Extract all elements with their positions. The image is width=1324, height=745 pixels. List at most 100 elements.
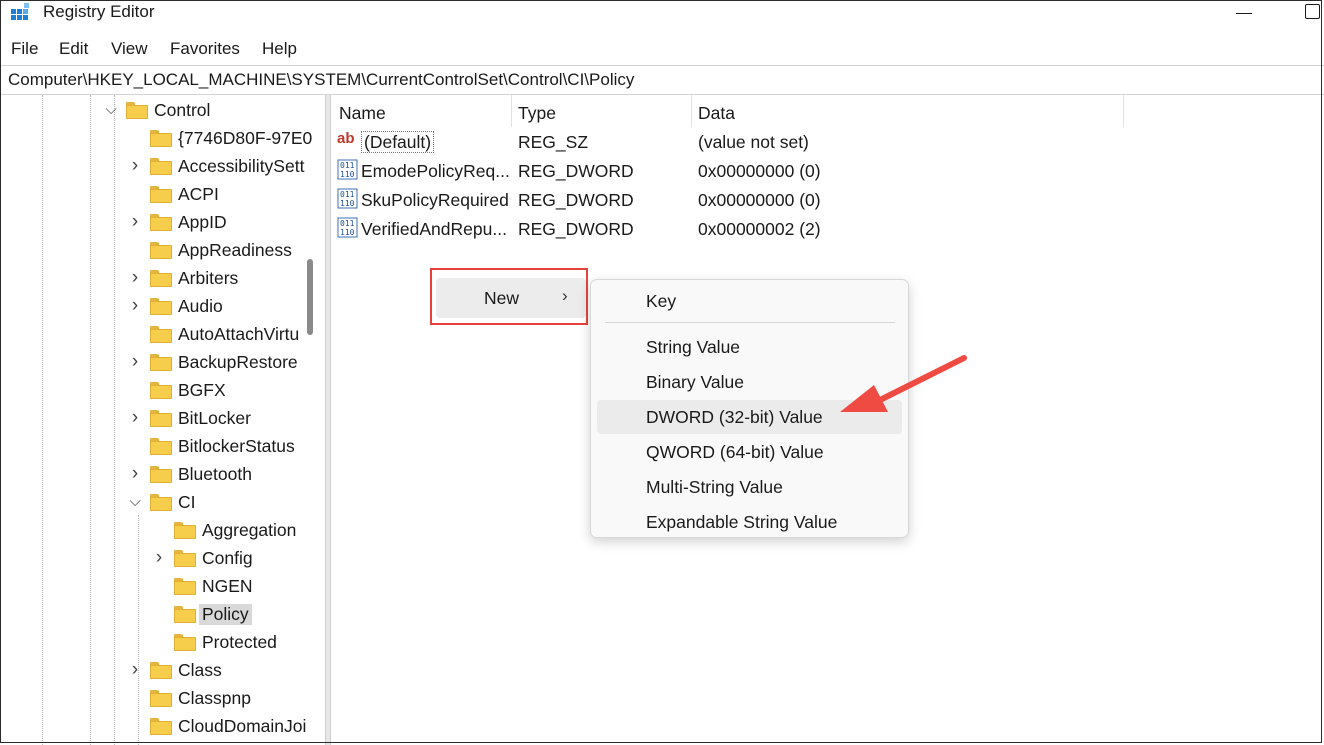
address-bar[interactable]: Computer\HKEY_LOCAL_MACHINE\SYSTEM\Curre… (0, 65, 1324, 95)
tree-item[interactable]: Classpnp (128, 684, 251, 712)
window-title: Registry Editor (43, 2, 155, 21)
tree-item[interactable]: ⌵ CI (128, 488, 195, 516)
column-separator[interactable] (691, 95, 692, 127)
address-path[interactable]: Computer\HKEY_LOCAL_MACHINE\SYSTEM\Curre… (8, 70, 634, 90)
tree-item-label: AppID (178, 211, 227, 232)
tree-item[interactable]: Protected (152, 628, 277, 656)
folder-icon (150, 241, 172, 259)
maximize-icon[interactable] (1305, 4, 1320, 19)
svg-text:011: 011 (340, 219, 355, 228)
folder-icon (174, 633, 196, 651)
tree-item[interactable]: › Config (152, 544, 253, 572)
submenu-item-label: Expandable String Value (646, 512, 838, 532)
submenu-item-qword-value[interactable]: QWORD (64-bit) Value (597, 435, 902, 469)
tree-item[interactable]: AutoAttachVirtu (128, 320, 299, 348)
tree-item-label: AppReadiness (178, 239, 292, 260)
tree-item[interactable]: BitlockerStatus (128, 432, 295, 460)
column-separator[interactable] (511, 95, 512, 127)
value-type: REG_DWORD (518, 219, 634, 239)
column-header-type[interactable]: Type (518, 103, 556, 124)
folder-icon (150, 213, 172, 231)
chevron-down-icon[interactable]: ⌵ (104, 102, 118, 117)
chevron-right-icon[interactable]: › (128, 352, 142, 371)
chevron-right-icon[interactable]: › (128, 464, 142, 483)
tree-guide-line (114, 95, 115, 745)
folder-icon (150, 661, 172, 679)
chevron-right-icon[interactable]: › (128, 408, 142, 427)
value-row[interactable]: 011 110 EmodePolicyReq... REG_DWORD 0x000… (331, 157, 1131, 185)
tree-item-label: BitLocker (178, 407, 251, 428)
value-row[interactable]: ab (Default) REG_SZ (value not set) (331, 128, 1131, 156)
chevron-right-icon[interactable]: › (128, 268, 142, 287)
value-name: VerifiedAndRepu... (361, 219, 507, 239)
tree-guide-line (90, 95, 91, 745)
folder-icon (150, 409, 172, 427)
submenu-item-label: Key (646, 291, 677, 311)
menu-file[interactable]: File (11, 39, 38, 59)
menu-help[interactable]: Help (262, 39, 297, 59)
minimize-icon[interactable] (1236, 2, 1252, 20)
tree-item[interactable]: ACPI (128, 180, 219, 208)
tree-item[interactable]: › BackupRestore (128, 348, 298, 376)
tree-item[interactable]: › Class (128, 656, 222, 684)
svg-text:110: 110 (340, 199, 355, 208)
tree-item[interactable]: AppReadiness (128, 236, 292, 264)
chevron-right-icon[interactable]: › (128, 212, 142, 231)
tree-item[interactable]: {7746D80F-97E0 (128, 124, 312, 152)
chevron-right-icon[interactable]: › (128, 156, 142, 175)
tree-item[interactable]: › Bluetooth (128, 460, 252, 488)
chevron-right-icon[interactable]: › (128, 296, 142, 315)
tree-item[interactable]: CloudDomainJoi (128, 712, 306, 740)
submenu-item-key[interactable]: Key (597, 284, 902, 318)
value-data: (value not set) (698, 132, 809, 152)
context-menu-new-label: New (484, 288, 520, 308)
svg-text:110: 110 (340, 170, 355, 179)
binary-value-icon: 011110 (337, 159, 358, 180)
tree-item-label: Config (202, 547, 253, 568)
menu-favorites[interactable]: Favorites (170, 39, 240, 59)
folder-icon (126, 101, 148, 119)
submenu-item-expandable-string-value[interactable]: Expandable String Value (597, 505, 902, 539)
submenu-item-multi-string-value[interactable]: Multi-String Value (597, 470, 902, 504)
tree-item[interactable]: BGFX (128, 376, 226, 404)
folder-icon (150, 353, 172, 371)
menu-view[interactable]: View (111, 39, 148, 59)
folder-icon (150, 129, 172, 147)
context-menu-new[interactable]: New › (436, 278, 586, 318)
tree-item[interactable]: › BitLocker (128, 404, 251, 432)
tree-item[interactable]: › Audio (128, 292, 223, 320)
value-type: REG_SZ (518, 132, 589, 152)
tree-item[interactable]: › AccessibilitySett (128, 152, 305, 180)
tree-item[interactable]: ⌵ Control (104, 96, 210, 124)
tree-item-label: Aggregation (202, 519, 297, 540)
tree-item-label: Protected (202, 631, 277, 652)
tree-item-label: BitlockerStatus (178, 435, 295, 456)
tree-item[interactable]: › AppID (128, 208, 227, 236)
tree-item[interactable]: › Arbiters (128, 264, 238, 292)
column-header-data[interactable]: Data (698, 103, 735, 124)
tree-item-label: Policy (199, 603, 252, 625)
menu-edit[interactable]: Edit (59, 39, 88, 59)
tree-scrollbar-thumb[interactable] (307, 259, 313, 335)
tree-pane[interactable]: ⌵ Control {7746D80F-97E0 › AccessibilitySett… (0, 95, 325, 745)
string-value-icon: ab (337, 130, 355, 147)
folder-icon (150, 325, 172, 343)
chevron-down-icon[interactable]: ⌵ (128, 494, 142, 509)
chevron-right-icon[interactable]: › (128, 660, 142, 679)
value-row[interactable]: 011 110 SkuPolicyRequired REG_DWORD 0x000… (331, 186, 1131, 214)
value-type: REG_DWORD (518, 161, 634, 181)
tree-item[interactable]: Policy (152, 600, 252, 628)
folder-icon (150, 297, 172, 315)
folder-icon (174, 549, 196, 567)
tree-item[interactable]: Aggregation (152, 516, 296, 544)
column-separator[interactable] (1123, 95, 1124, 127)
column-header-name[interactable]: Name (339, 103, 386, 124)
value-type: REG_DWORD (518, 190, 634, 210)
chevron-right-icon[interactable]: › (152, 548, 166, 567)
tree-item[interactable]: NGEN (152, 572, 253, 600)
value-row[interactable]: 011 110 VerifiedAndRepu... REG_DWORD 0x00… (331, 215, 1131, 243)
